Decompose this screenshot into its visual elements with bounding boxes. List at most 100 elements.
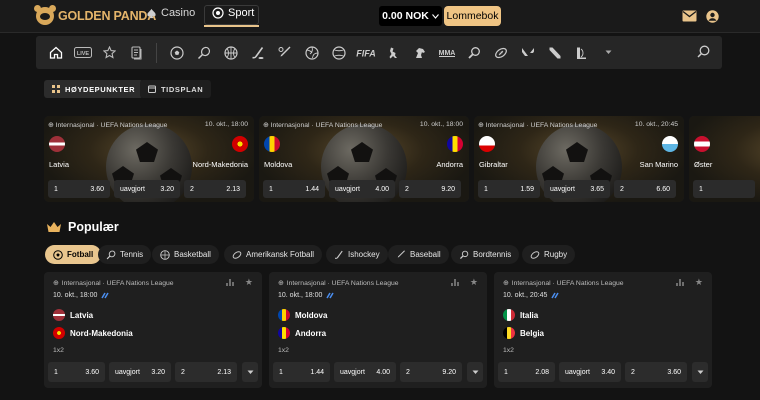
away-team: San Marino: [639, 160, 678, 169]
highlight-card[interactable]: ⊕ Internasjonal · UEFA Nations League 10.…: [474, 116, 684, 202]
chip-american-football[interactable]: Amerikansk Fotball: [224, 245, 323, 264]
odds-away-button[interactable]: 2 9.20: [399, 180, 461, 198]
chip-baseball[interactable]: Baseball: [388, 245, 449, 264]
stats-icon[interactable]: [226, 278, 236, 287]
sport-tab-indicator: [204, 25, 259, 27]
search-icon[interactable]: [697, 45, 710, 58]
chevron-down-icon: [697, 370, 703, 374]
balance-value: 0.00 NOK: [382, 10, 429, 22]
volleyball-icon[interactable]: [298, 41, 325, 65]
popular-heading: Populær: [46, 220, 119, 234]
odds-home-button[interactable]: 1 3.60: [48, 180, 110, 198]
stats-icon[interactable]: [676, 278, 686, 287]
fifa-icon[interactable]: FIFA: [352, 41, 379, 65]
tennis-icon[interactable]: [190, 41, 217, 65]
highlight-card[interactable]: Øster 1: [689, 116, 760, 202]
tab-highlights[interactable]: HØYDEPUNKTER: [44, 80, 144, 98]
football-icon: [53, 249, 63, 260]
dota-icon[interactable]: [541, 41, 568, 65]
odds-draw-button[interactable]: uavgjort 3.40: [559, 362, 621, 382]
more-markets-button[interactable]: [467, 362, 483, 382]
chip-basketball[interactable]: Basketball: [152, 245, 219, 264]
flag-latvia-icon: [53, 309, 65, 321]
horse-racing-icon[interactable]: [406, 41, 433, 65]
highlight-card[interactable]: ⊕ Internasjonal · UEFA Nations League 10.…: [44, 116, 254, 202]
market-type: 1x2: [53, 347, 64, 354]
boost-icon: [551, 292, 560, 299]
boost-icon: [326, 292, 335, 299]
calendar-icon: [148, 85, 156, 93]
flag-andorra-icon: [278, 327, 290, 339]
sport-tab[interactable]: Sport: [212, 7, 254, 19]
chip-tennis[interactable]: Tennis: [98, 245, 152, 264]
odds-home-button[interactable]: 1 3.60: [48, 362, 105, 382]
spade-icon: [147, 8, 156, 18]
highlight-card[interactable]: ⊕ Internasjonal · UEFA Nations League 10.…: [259, 116, 469, 202]
home-team: Italia: [503, 309, 538, 321]
hockey-icon[interactable]: [244, 41, 271, 65]
basketball-icon[interactable]: [217, 41, 244, 65]
league-label: ⊕ Internasjonal · UEFA Nations League: [478, 122, 598, 129]
home-team: Moldova: [264, 160, 293, 169]
flag-austria-icon: [694, 136, 710, 152]
account-icon[interactable]: [706, 10, 719, 23]
favorite-star-icon[interactable]: ★: [695, 277, 703, 288]
odds-draw-button[interactable]: uavgjort 4.00: [329, 180, 395, 198]
match-time: 10. okt., 18:00: [204, 121, 248, 128]
rugby-icon: [530, 250, 540, 259]
odds-home-button[interactable]: 1 1.44: [263, 180, 325, 198]
mma-icon[interactable]: MMA: [433, 41, 460, 65]
wallet-button[interactable]: Lommebok: [444, 6, 501, 26]
favorite-star-icon[interactable]: ★: [470, 277, 478, 288]
casino-tab[interactable]: Casino: [146, 7, 195, 19]
odds-away-button[interactable]: 2 9.20: [400, 362, 462, 382]
table-tennis-icon[interactable]: [460, 41, 487, 65]
more-sports-chevron-icon[interactable]: [595, 41, 622, 65]
balance-display[interactable]: 0.00 NOK: [379, 6, 442, 26]
chip-ice-hockey[interactable]: Ishockey: [326, 245, 388, 264]
baseball-icon[interactable]: [271, 41, 298, 65]
chip-football[interactable]: Fotball: [45, 245, 102, 264]
stats-icon[interactable]: [451, 278, 461, 287]
odds-draw-button[interactable]: uavgjort 3.20: [114, 180, 180, 198]
odds-away-button[interactable]: 2 2.13: [184, 180, 246, 198]
odds-away-button[interactable]: 2 6.60: [614, 180, 676, 198]
chip-rugby[interactable]: Rugby: [522, 245, 576, 264]
match-card[interactable]: ⊕ Internasjonal · UEFA Nations League ★ …: [494, 272, 712, 388]
counter-strike-icon[interactable]: [379, 41, 406, 65]
football-icon[interactable]: [163, 41, 190, 65]
betslip-icon[interactable]: [123, 41, 150, 65]
star-icon[interactable]: [96, 41, 123, 65]
match-date: 10. okt., 18:00: [53, 292, 110, 299]
odds-away-button[interactable]: 2 2.13: [175, 362, 237, 382]
match-card[interactable]: ⊕ Internasjonal · UEFA Nations League ★ …: [269, 272, 487, 388]
brand-logo[interactable]: GOLDEN PANDA: [34, 5, 156, 25]
live-icon[interactable]: LIVE: [69, 41, 96, 65]
odds-home-button[interactable]: 1: [693, 180, 755, 198]
odds-home-button[interactable]: 1 1.44: [273, 362, 330, 382]
odds-draw-button[interactable]: uavgjort 3.20: [109, 362, 171, 382]
odds-draw-button[interactable]: uavgjort 3.65: [544, 180, 610, 198]
home-icon[interactable]: [42, 41, 69, 65]
more-markets-button[interactable]: [242, 362, 258, 382]
rugby-icon[interactable]: [487, 41, 514, 65]
odds-home-button[interactable]: 1 1.59: [478, 180, 540, 198]
flag-north-macedonia-icon: [53, 327, 65, 339]
tab-schedule[interactable]: TIDSPLAN: [140, 80, 212, 98]
league-icon[interactable]: [568, 41, 595, 65]
favorite-star-icon[interactable]: ★: [245, 277, 253, 288]
odds-away-button[interactable]: 2 3.60: [625, 362, 687, 382]
more-markets-button[interactable]: [692, 362, 708, 382]
flag-gibraltar-icon: [479, 136, 495, 152]
valorant-icon[interactable]: [514, 41, 541, 65]
odds-draw-button[interactable]: uavgjort 4.00: [334, 362, 396, 382]
mail-icon[interactable]: [682, 10, 697, 22]
market-type: 1x2: [278, 347, 289, 354]
sport-ball-icon: [212, 7, 224, 19]
chip-table-tennis[interactable]: Bordtennis: [451, 245, 520, 264]
handball-icon[interactable]: [325, 41, 352, 65]
match-card[interactable]: ⊕ Internasjonal · UEFA Nations League ★ …: [44, 272, 262, 388]
odds-home-button[interactable]: 1 2.08: [498, 362, 555, 382]
tennis-icon: [106, 250, 116, 259]
boost-icon: [101, 292, 110, 299]
